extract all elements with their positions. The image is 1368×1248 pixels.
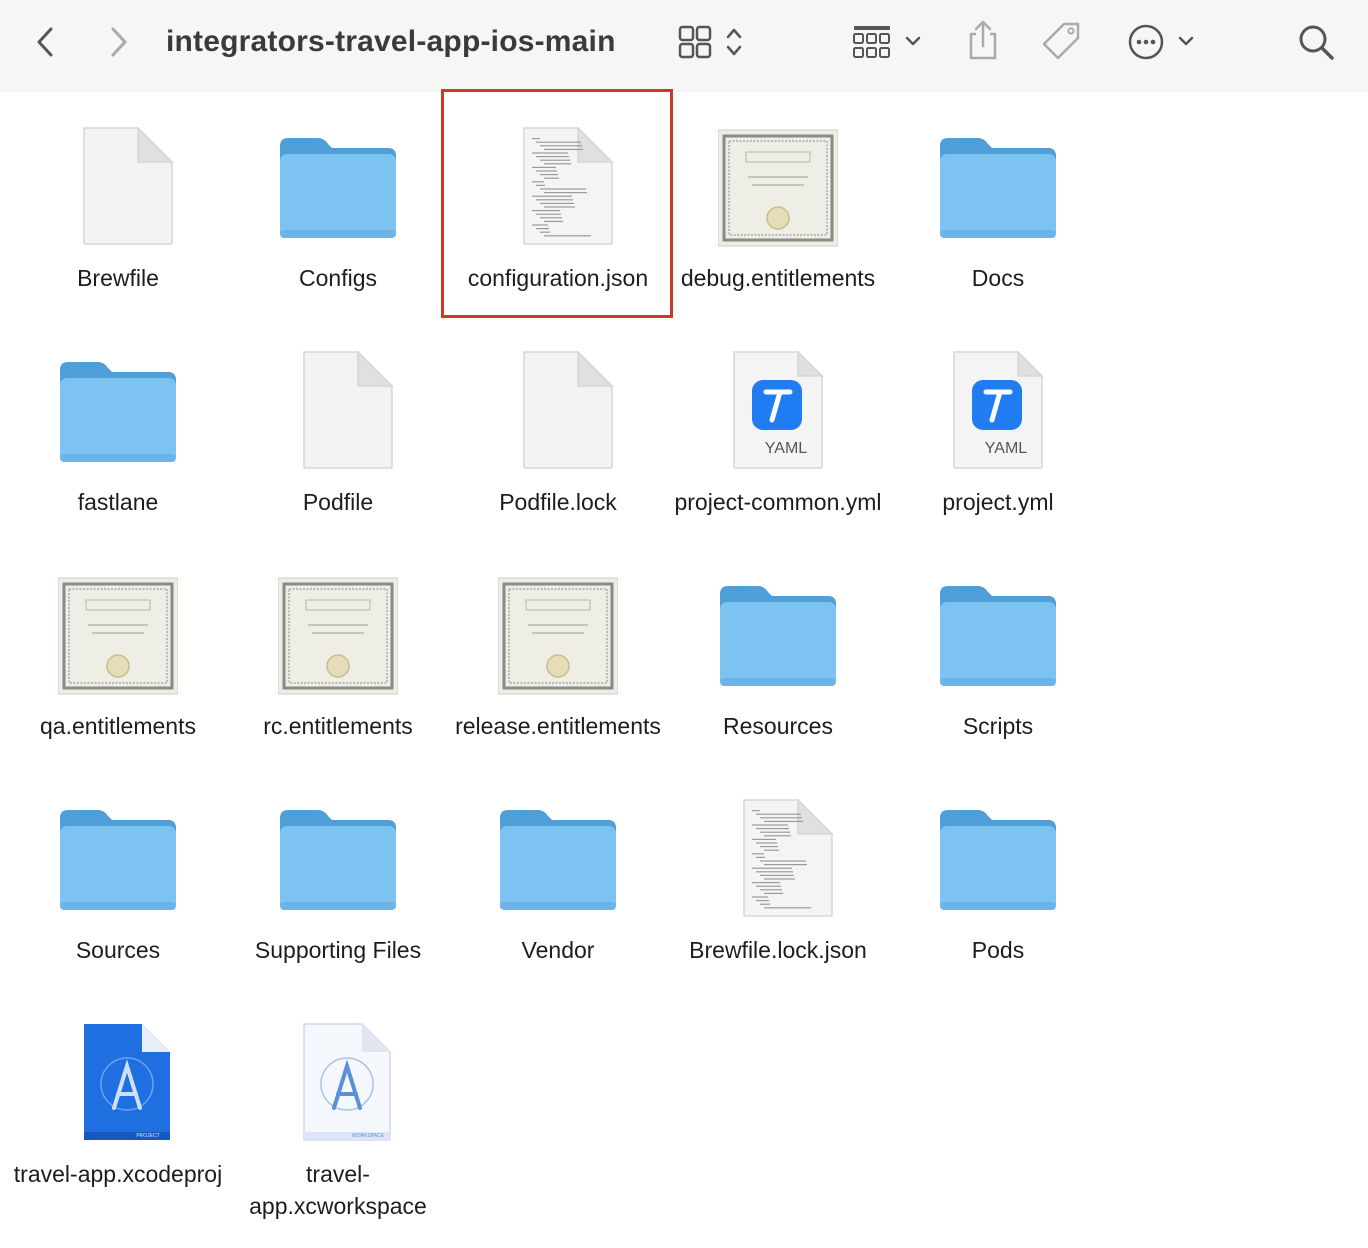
file-type-badge: WORKSPACE — [351, 1133, 385, 1139]
file-item[interactable]: Pods — [888, 764, 1108, 984]
file-name-label: Scripts — [962, 713, 1034, 739]
file-name-label: configuration.json — [467, 265, 649, 291]
chevron-right-icon — [111, 27, 127, 57]
file-item[interactable]: YAML project-common.yml — [668, 316, 888, 536]
file-item[interactable]: YAML project.yml — [888, 316, 1108, 536]
xcode-project-icon — [58, 1016, 178, 1146]
tag-button[interactable] — [1038, 18, 1084, 64]
finder-toolbar: integrators-travel-app-ios-main — [0, 0, 1368, 92]
file-name-label: project-common.yml — [674, 489, 882, 515]
file-name-label: Sources — [75, 937, 161, 963]
document-icon — [278, 344, 398, 474]
grid-view-icon — [678, 25, 742, 59]
entitlements-certificate-icon — [718, 120, 838, 250]
xcode-workspace-icon — [278, 1016, 398, 1146]
group-button[interactable] — [846, 20, 932, 64]
folder-icon — [938, 792, 1058, 922]
json-document-icon — [718, 792, 838, 922]
file-item[interactable]: Scripts — [888, 540, 1108, 760]
file-name-label: qa.entitlements — [40, 713, 196, 739]
folder-icon — [278, 792, 398, 922]
file-name-label: fastlane — [77, 489, 159, 515]
file-name-label: project.yml — [942, 489, 1054, 515]
entitlements-certificate-icon — [498, 568, 618, 698]
file-item[interactable]: release.entitlements — [448, 540, 668, 760]
chevron-left-icon — [37, 27, 53, 57]
file-item[interactable]: debug.entitlements — [668, 92, 888, 312]
file-name-label: Brewfile — [77, 265, 159, 291]
file-item[interactable]: fastlane — [8, 316, 228, 536]
entitlements-certificate-icon — [58, 568, 178, 698]
file-name-label: Resources — [723, 713, 833, 739]
folder-icon — [938, 120, 1058, 250]
file-name-label: Configs — [299, 265, 377, 291]
folder-icon — [498, 792, 618, 922]
file-name-label: Docs — [971, 265, 1025, 291]
folder-icon — [278, 120, 398, 250]
window-title: integrators-travel-app-ios-main — [166, 25, 616, 58]
share-button[interactable] — [962, 18, 1004, 64]
file-item[interactable]: Docs — [888, 92, 1108, 312]
file-item[interactable]: Podfile.lock — [448, 316, 668, 536]
search-icon — [1299, 25, 1334, 60]
folder-icon — [938, 568, 1058, 698]
file-item[interactable]: qa.entitlements — [8, 540, 228, 760]
file-item[interactable]: configuration.json — [448, 92, 668, 312]
file-item[interactable]: Supporting Files — [228, 764, 448, 984]
file-type-badge: YAML — [984, 440, 1028, 457]
file-item[interactable]: PROJECT travel-app.xcodeproj — [8, 988, 228, 1208]
file-name-label: debug.entitlements — [680, 265, 876, 291]
file-name-label: Podfile.lock — [499, 489, 617, 515]
file-item[interactable]: Podfile — [228, 316, 448, 536]
folder-icon — [58, 344, 178, 474]
file-item[interactable]: rc.entitlements — [228, 540, 448, 760]
folder-icon — [58, 792, 178, 922]
ellipsis-circle-icon — [1128, 24, 1194, 60]
folder-icon — [718, 568, 838, 698]
group-icon — [853, 26, 921, 58]
tag-icon — [1042, 22, 1080, 60]
document-icon — [58, 120, 178, 250]
file-name-label: Pods — [971, 937, 1025, 963]
search-button[interactable] — [1294, 20, 1340, 66]
file-name-label: rc.entitlements — [263, 713, 413, 739]
file-item[interactable]: Brewfile — [8, 92, 228, 312]
file-type-badge: YAML — [764, 440, 808, 457]
file-grid: Brewfile Configs configuration.json debu… — [0, 92, 1368, 1248]
json-document-icon — [498, 120, 618, 250]
view-mode-button[interactable] — [672, 20, 756, 64]
file-item[interactable]: Vendor — [448, 764, 668, 984]
forward-button[interactable] — [98, 22, 138, 62]
file-name-label: Vendor — [521, 937, 595, 963]
file-item[interactable]: Brewfile.lock.json — [668, 764, 888, 984]
back-button[interactable] — [26, 22, 66, 62]
file-type-badge: PROJECT — [136, 1133, 160, 1139]
file-name-label: travel-app.xcodeproj — [13, 1161, 223, 1187]
entitlements-certificate-icon — [278, 568, 398, 698]
file-name-label: travel-app.xcworkspace — [249, 1161, 427, 1219]
file-item[interactable]: Resources — [668, 540, 888, 760]
file-item[interactable]: Configs — [228, 92, 448, 312]
file-name-label: release.entitlements — [455, 713, 661, 739]
file-name-label: Podfile — [302, 489, 374, 515]
share-icon — [969, 20, 997, 60]
file-item[interactable]: WORKSPACE travel-app.xcworkspace — [228, 988, 448, 1219]
file-name-label: Brewfile.lock.json — [689, 937, 867, 963]
file-item[interactable]: Sources — [8, 764, 228, 984]
more-actions-button[interactable] — [1124, 20, 1200, 64]
file-name-label: Supporting Files — [254, 937, 422, 963]
document-icon — [498, 344, 618, 474]
